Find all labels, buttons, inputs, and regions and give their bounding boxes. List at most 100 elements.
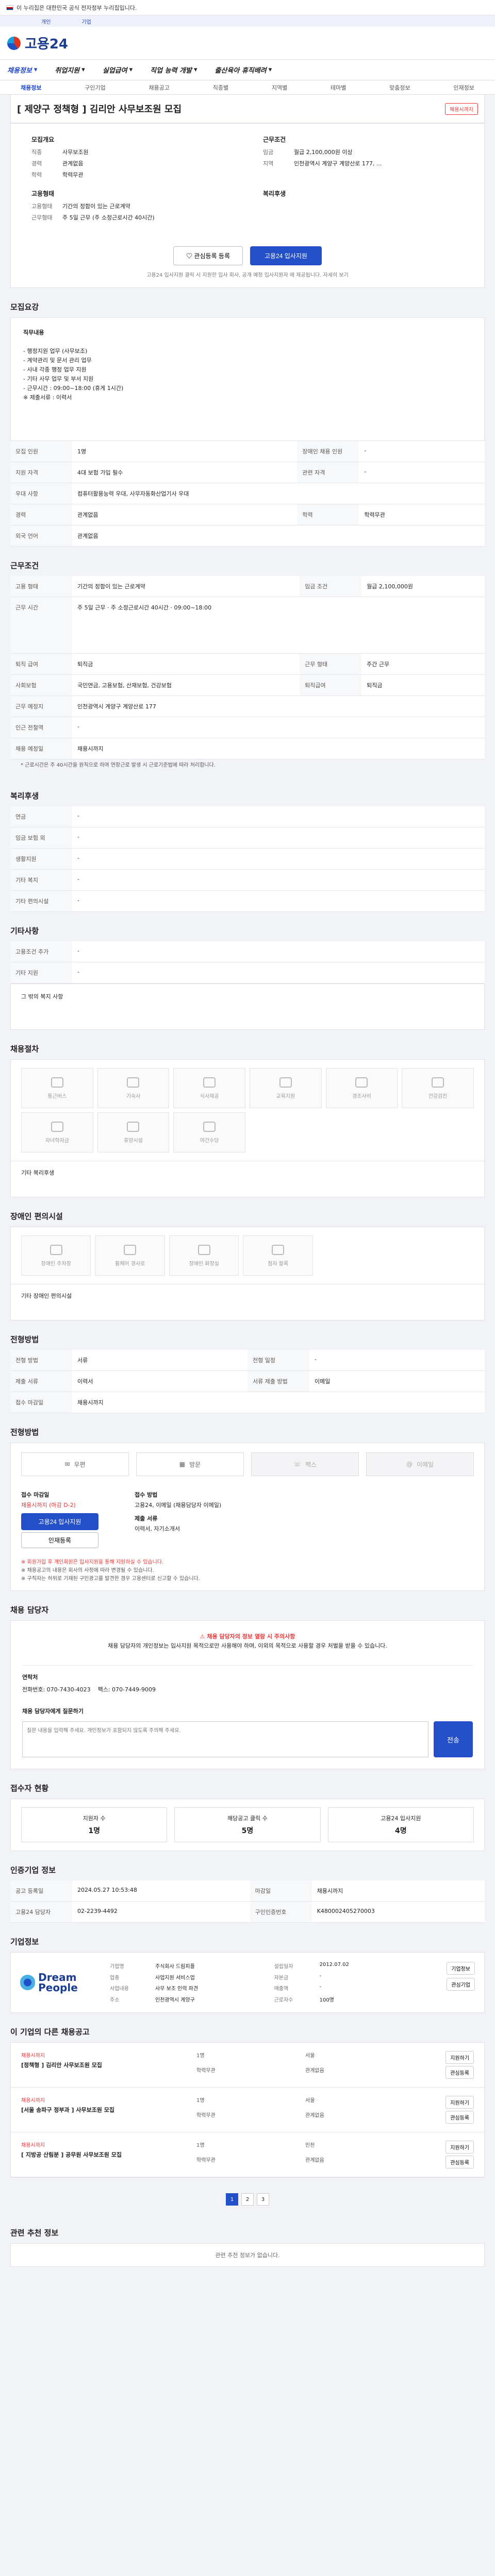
job-apply-button[interactable]: 지원하기: [446, 2051, 474, 2064]
bus-icon: [51, 1077, 63, 1088]
cell-key: 인근 전철역: [10, 717, 72, 738]
apply-deadline-label: 접수 마감일: [21, 1492, 50, 1498]
job-interest-button[interactable]: 관심등록: [446, 2066, 474, 2079]
method-label: 방문: [189, 1461, 201, 1468]
subnav-item[interactable]: 맞춤정보: [389, 83, 410, 92]
cell-key: 사회보험: [10, 674, 72, 696]
nav-item-unemployment[interactable]: 실업급여 ▾: [103, 65, 133, 75]
table-row: 외국 언어 관계없음: [10, 525, 485, 547]
book-icon: [279, 1077, 292, 1088]
cell-value: 이력서: [72, 1370, 248, 1392]
cell-value: K480002405270003: [311, 1901, 485, 1923]
gift-icon: [355, 1077, 368, 1088]
company-follow-button[interactable]: 관심기업: [447, 1978, 475, 1991]
apply-notice: 고용24 입사지원 클릭 시 지원한 입사 회사, 공개 예정 입사지원자 에 …: [146, 273, 349, 278]
subnav-item[interactable]: 인재정보: [453, 83, 474, 92]
job-meta: 관계없음: [305, 2068, 324, 2074]
subnav-item[interactable]: 직종별: [213, 83, 228, 92]
table-row: 고용 형태 기간의 정함이 있는 근로계약 임금 조건 월급 2,100,000원: [10, 576, 485, 597]
nav-item-jobs[interactable]: 채용정보 ▾: [7, 65, 37, 75]
kv-value: 인천광역시 계양구 계양산로 177, ...: [294, 160, 382, 167]
cell-value: 국민연금, 고용보험, 산재보험, 건강보험: [72, 674, 300, 696]
job-interest-button[interactable]: 관심등록: [446, 2156, 474, 2168]
job-interest-button[interactable]: 관심등록: [446, 2111, 474, 2124]
cell-value: 02-2239-4492: [72, 1901, 250, 1923]
subnav-item[interactable]: 테마별: [331, 83, 346, 92]
job-apply-button[interactable]: 지원하기: [446, 2141, 474, 2154]
link-personal[interactable]: 개인: [41, 18, 51, 25]
benefit-card: 식사제공: [173, 1068, 245, 1108]
cell-key: 생활지원: [10, 848, 72, 870]
nav-label: 채용정보: [7, 67, 32, 75]
job-meta: 서울: [305, 2098, 315, 2104]
section-title: 기타사항: [10, 925, 485, 936]
table-row: 공고 등록일 2024.05.27 10:53:48 마감일 채용시까지: [10, 1880, 485, 1902]
register-talent-button[interactable]: 인재등록: [21, 1532, 98, 1548]
section-label: 채용 담당자: [10, 1605, 49, 1615]
table-row: 기타 지원 -: [10, 962, 485, 984]
facility-label: 점자 블록: [268, 1261, 289, 1267]
job-title-link[interactable]: [ 지방공 산림분 ] 공무원 사무보조원 모집: [21, 2150, 186, 2159]
interest-button[interactable]: ♡ 관심등록 등록: [173, 246, 243, 265]
inquiry-send-button[interactable]: 전송: [434, 1721, 473, 1757]
disability-panel: 장애인 주차장 휠체어 경사로 장애인 화장실 점자 블록 기타 장애인 편의시…: [10, 1227, 485, 1320]
cell-key: 공고 등록일: [10, 1880, 72, 1902]
job-title-bar: [ 제양구 정책형 ] 김리안 사무보조원 모집 채용시까지: [10, 95, 485, 123]
job-apply-button[interactable]: 지원하기: [446, 2096, 474, 2109]
job-meta: 인천: [305, 2143, 315, 2148]
table-row: 접수 마감일 채용시까지: [10, 1392, 485, 1413]
subnav-item[interactable]: 채용공고: [149, 83, 170, 92]
list-item[interactable]: 채용시까지 [서울 송파구 정부과 ] 사무보조원 모집 1명 서울 학력무관 관계없음…: [11, 2088, 484, 2132]
chevron-down-icon: ▾: [81, 66, 85, 74]
section-label: 전형방법: [10, 1428, 39, 1437]
list-item[interactable]: 채용시까지 [ 지방공 산림분 ] 공무원 사무보조원 모집 1명 인천 학력무관 관계…: [11, 2132, 484, 2177]
link-company[interactable]: 기업: [81, 18, 91, 25]
nav-item-training[interactable]: 직업 능력 개발 ▾: [150, 65, 197, 75]
page-button[interactable]: 2: [241, 2193, 254, 2206]
section-label: 전형방법: [10, 1335, 39, 1344]
section-title: 근무조건: [10, 560, 485, 571]
page-button[interactable]: 1: [226, 2193, 238, 2206]
cell-key: 고용24 담당자: [10, 1901, 72, 1923]
job-title: [ 제양구 정책형 ] 김리안 사무보조원 모집: [17, 104, 182, 115]
page-button[interactable]: 3: [257, 2193, 269, 2206]
kv-value: 월급 2,100,000원 이상: [294, 149, 353, 156]
benefit-label: 휴양시설: [124, 1138, 143, 1144]
job-summary-panel: 모집개요 직종 사무보조원 경력 관계없음 학력 학력무관 근무조건 임금 월급 2,1…: [10, 123, 485, 288]
kv-key: 주소: [110, 1997, 120, 2003]
cell-key: 연금: [10, 806, 72, 827]
job-title-link[interactable]: [정책형 ] 김리안 사무보조원 모집: [21, 2061, 186, 2069]
subnav-item[interactable]: 채용정보: [21, 83, 41, 92]
section-title: 인증기업 정보: [10, 1865, 485, 1875]
apply-docs-value: 이력서, 자기소개서: [135, 1526, 180, 1532]
nav-item-support[interactable]: 취업지원 ▾: [55, 65, 85, 75]
etc-table: 고용조건 추가 - 기타 지원 -: [10, 941, 485, 984]
benefit-label: 통근버스: [47, 1093, 67, 1099]
kv-value: 사무 보조 인력 파견: [155, 1986, 199, 1992]
work-table: 고용 형태 기간의 정함이 있는 근로계약 임금 조건 월급 2,100,000원 근…: [10, 576, 485, 759]
inquiry-input[interactable]: [22, 1721, 428, 1757]
site-logo[interactable]: 고용24: [25, 33, 68, 53]
list-item[interactable]: 채용시까지 [정책형 ] 김리안 사무보조원 모집 1명 서울 학력무관 관계없음 지원…: [11, 2043, 484, 2088]
apply-method-value: 고용24, 이메일 (채용담당자 이메일): [135, 1502, 222, 1509]
nav-item-parental[interactable]: 출산육아 휴직배려 ▾: [214, 65, 272, 75]
section-label: 기타사항: [10, 926, 39, 936]
cell-key: 기타 편의시설: [10, 890, 72, 912]
cell-value: 주간 근무: [361, 653, 485, 675]
subnav-item[interactable]: 구인기업: [85, 83, 105, 92]
apply-online-button[interactable]: 고용24 입사지원: [21, 1513, 98, 1530]
cell-key: 전형 일정: [248, 1350, 309, 1371]
company-info-button[interactable]: 기업정보: [447, 1962, 475, 1975]
job-title-link[interactable]: [서울 송파구 정부과 ] 사무보조원 모집: [21, 2106, 186, 2114]
table-row: 고용조건 추가 -: [10, 941, 485, 962]
apply-button[interactable]: 고용24 입사지원: [250, 246, 322, 265]
benefit-card: 경조사비: [325, 1068, 398, 1108]
cell-key: 기타 지원: [10, 962, 72, 984]
benefit-card: 휴양시설: [97, 1112, 170, 1153]
apply-detail: 접수 마감일 채용시까지 (마감 D-2) 고용24 입사지원 인재등록 접수 …: [11, 1485, 484, 1556]
facility-card: 장애인 화장실: [169, 1235, 239, 1276]
job-meta: 1명: [196, 2143, 205, 2148]
subnav-item[interactable]: 지역별: [272, 83, 287, 92]
welfare-table: 연금 - 임금 보험 외- 생활지원 - 기타 복지 - 기타 편의시설 -: [10, 806, 485, 912]
cell-value: 채용시까지: [311, 1880, 485, 1902]
